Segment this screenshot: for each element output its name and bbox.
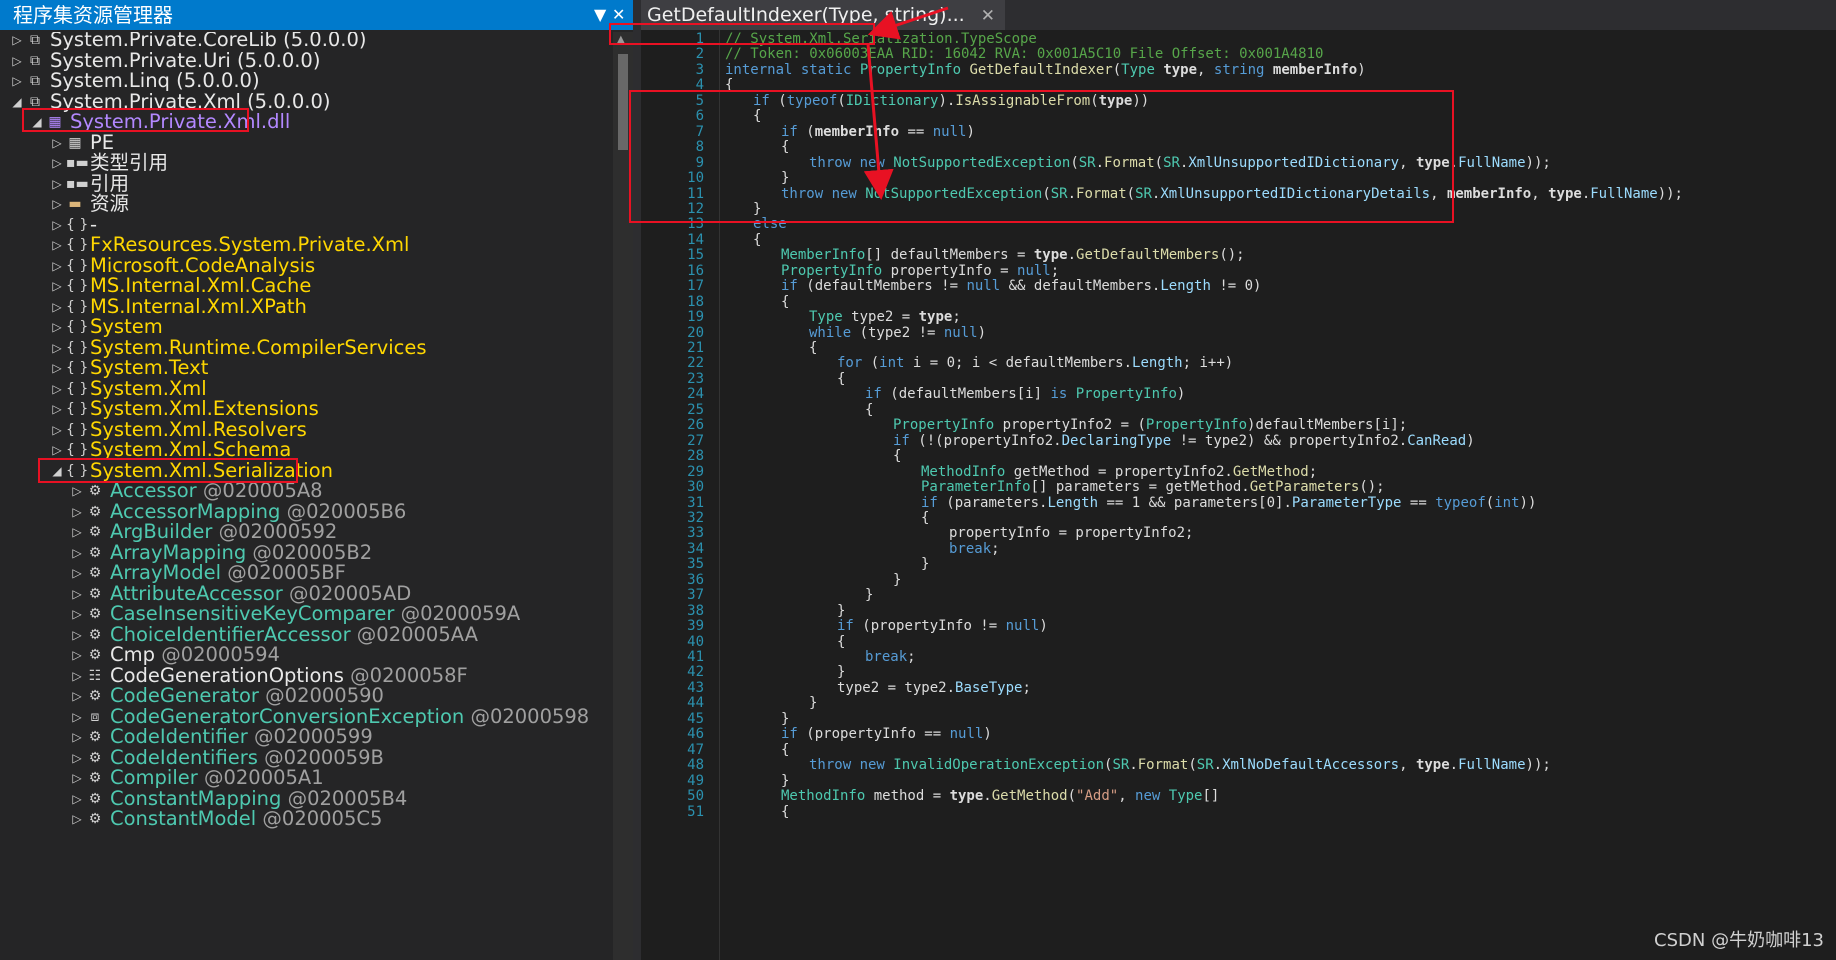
annotation-arrows <box>863 6 949 200</box>
watermark: CSDN @牛奶咖啡13 <box>1654 930 1824 951</box>
annotation-arrow-top <box>867 6 949 40</box>
annotation-arrow-down <box>863 43 894 200</box>
